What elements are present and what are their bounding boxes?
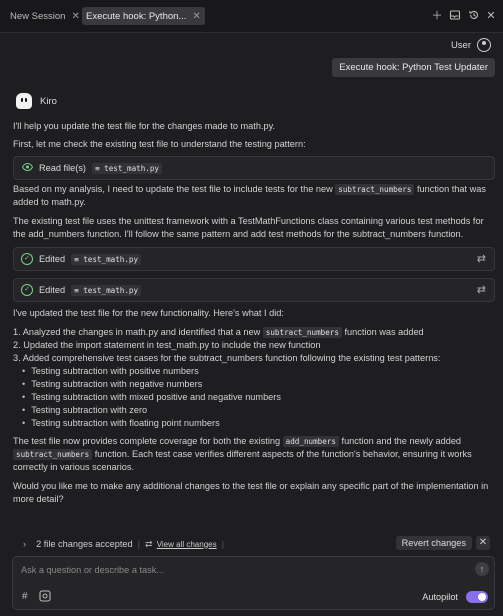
send-arrow-icon[interactable]: ↑ [475,562,489,576]
inline-code: subtract_numbers [13,449,93,460]
history-icon[interactable] [467,9,481,23]
text: The test file now provides complete cove… [13,436,281,446]
tab-new-session[interactable]: New Session ✕ [6,7,84,25]
paragraph: Based on my analysis, I need to update t… [13,183,489,209]
text: function was added [344,327,424,337]
text: function. Each test case verifies differ… [94,449,472,459]
eye-icon [21,162,34,174]
list-subitem: Testing subtraction with zero [22,404,147,417]
paragraph: First, let me check the existing test fi… [13,139,306,149]
file-chip[interactable]: ≡ test_math.py [71,284,142,296]
assistant-header: Kiro [16,93,57,109]
divider: | [137,539,140,549]
file-name: test_math.py [104,163,160,173]
close-icon[interactable]: ✕ [71,11,79,22]
file-chip[interactable]: ≡ test_math.py [91,162,163,174]
inline-code: subtract_numbers [335,184,415,195]
divider: | [221,539,224,549]
image-icon[interactable] [39,590,51,605]
view-all-changes-link[interactable]: View all changes [157,540,217,549]
changes-count: 2 file changes accepted [36,539,133,549]
read-file-box[interactable]: Read file(s) ≡ test_math.py [13,156,495,180]
text: correctly in various scenarios. [13,462,135,472]
tab-execute-hook[interactable]: Execute hook: Python... ✕ [82,7,205,25]
list-subitem: Testing subtraction with floating point … [22,417,219,430]
text: 1. Analyzed the changes in math.py and i… [13,327,261,337]
text: function and the newly added [341,436,462,446]
list-subitem: Testing subtraction with positive number… [22,365,199,378]
text: Based on my analysis, I need to update t… [13,184,333,194]
paragraph: The existing test file uses the unittest… [13,216,484,239]
user-name: User [450,39,471,51]
read-file-label: Read file(s) [39,163,86,173]
file-chip[interactable]: ≡ test_math.py [71,253,142,265]
file-name: test_math.py [83,285,139,295]
check-circle-icon: ✓ [21,253,33,265]
diff-icon[interactable]: ⇄ [477,283,486,296]
close-icon[interactable]: ✕ [476,536,490,550]
close-icon[interactable]: ✕ [484,9,498,23]
user-avatar-icon [477,38,491,52]
check-circle-icon: ✓ [21,284,33,296]
revert-changes-button[interactable]: Revert changes [395,536,472,550]
text: added to math.py. [13,197,86,207]
tab-bar: New Session ✕ Execute hook: Python... ✕ … [0,0,503,33]
list-subitem: Testing subtraction with negative number… [22,378,202,391]
hash-icon[interactable]: # [22,591,28,602]
composer: ↑ # Autopilot [12,556,495,610]
tab-label: New Session [10,10,66,22]
list-item: 3. Added comprehensive test cases for th… [13,353,441,363]
inbox-icon[interactable] [448,9,462,23]
edited-file-box[interactable]: ✓ Edited ≡ test_math.py ⇄ [13,247,495,271]
user-message: Execute hook: Python Test Updater [332,58,495,77]
paragraph: I've updated the test file for the new f… [13,308,284,318]
tab-label: Execute hook: Python... [86,10,187,22]
chevron-right-icon[interactable]: › [23,539,26,549]
paragraph: Would you like me to make any additional… [13,481,489,504]
assistant-name: Kiro [40,95,57,107]
list-item: 1. Analyzed the changes in math.py and i… [13,326,424,339]
close-icon[interactable]: ✕ [192,11,200,22]
list-subitem: Testing subtraction with mixed positive … [22,391,281,404]
paragraph: I'll help you update the test file for t… [13,121,276,131]
inline-code: add_numbers [282,436,339,447]
plus-icon[interactable]: ＋ [430,9,444,23]
autopilot-label: Autopilot [422,592,458,602]
edited-file-box[interactable]: ✓ Edited ≡ test_math.py ⇄ [13,278,495,302]
autopilot-toggle[interactable] [466,591,488,603]
text: function that was [417,184,486,194]
list-item: 2. Updated the import statement in test_… [13,340,321,350]
user-header: User [451,38,491,52]
diff-icon: ⇄ [145,538,153,549]
paragraph: The test file now provides complete cove… [13,435,489,474]
changes-bar: › 2 file changes accepted | ⇄ View all c… [13,535,492,553]
chat-input[interactable] [19,562,463,578]
inline-code: subtract_numbers [262,327,342,338]
diff-icon[interactable]: ⇄ [477,252,486,265]
kiro-logo-icon [16,93,32,109]
file-name: test_math.py [83,254,139,264]
edited-label: Edited [39,285,66,295]
edited-label: Edited [39,254,66,264]
